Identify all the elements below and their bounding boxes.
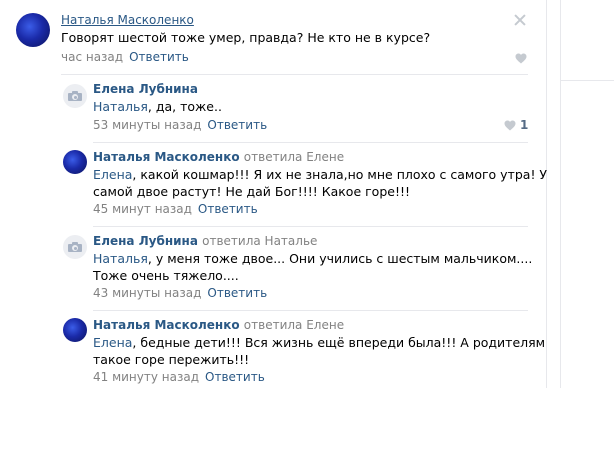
mention-link[interactable]: Елена <box>93 167 132 182</box>
side-divider <box>560 0 561 388</box>
like-count: 1 <box>520 118 529 132</box>
comment-time[interactable]: 45 минут назад <box>93 202 192 216</box>
reply-to-label[interactable]: ответила Наталье <box>202 234 317 248</box>
comment-meta: 43 минуты назад Ответить <box>93 286 267 300</box>
comment-time[interactable]: час назад <box>61 50 123 64</box>
reply-to-label[interactable]: ответила Елене <box>244 150 344 164</box>
comment-author[interactable]: Наталья Масколенко <box>61 13 194 27</box>
author-link[interactable]: Елена Лубнина <box>93 234 198 248</box>
divider <box>93 142 528 143</box>
close-icon[interactable] <box>513 13 527 27</box>
comment-text-line: Наталья, у меня тоже двое... Они учились… <box>93 251 533 266</box>
avatar[interactable] <box>63 84 87 108</box>
comment-meta: 41 минуту назад Ответить <box>93 370 265 384</box>
mention-link[interactable]: Наталья <box>93 251 148 266</box>
reply-to-label[interactable]: ответила Елене <box>244 318 344 332</box>
author-link[interactable]: Наталья Масколенко <box>93 318 240 332</box>
heart-icon[interactable] <box>504 120 516 131</box>
author-link[interactable]: Наталья Масколенко <box>93 150 240 164</box>
divider <box>93 310 528 311</box>
mention-link[interactable]: Елена <box>93 335 132 350</box>
divider <box>93 226 528 227</box>
camera-icon <box>68 91 82 101</box>
comment-text-line: самой двое растут! Не дай Бог!!!! Какое … <box>93 184 410 199</box>
comment-meta: час назад Ответить <box>61 50 189 64</box>
comment-text-line: Тоже очень тяжело.... <box>93 268 239 283</box>
comment-meta: 53 минуты назад Ответить <box>93 118 267 132</box>
reply-button[interactable]: Ответить <box>129 50 189 64</box>
reply-button[interactable]: Ответить <box>207 118 267 132</box>
comment-author: Наталья Масколенко ответила Елене <box>93 150 344 164</box>
comment-text: Говорят шестой тоже умер, правда? Не кто… <box>61 30 431 45</box>
side-divider-stub <box>560 80 614 81</box>
comment-meta: 45 минут назад Ответить <box>93 202 258 216</box>
comment-time[interactable]: 43 минуты назад <box>93 286 201 300</box>
comment-text-line: Елена, бедные дети!!! Вся жизнь ещё впер… <box>93 335 546 350</box>
comment-time[interactable]: 41 минуту назад <box>93 370 199 384</box>
comment-text-line: Елена, какой кошмар!!! Я их не знала,но … <box>93 167 548 182</box>
comment-time[interactable]: 53 минуты назад <box>93 118 201 132</box>
avatar[interactable] <box>63 235 87 259</box>
reply-button[interactable]: Ответить <box>198 202 258 216</box>
comment-text-line: такое горе пережить!!! <box>93 352 250 367</box>
comment-author: Елена Лубнина ответила Наталье <box>93 234 317 248</box>
comment-text: Наталья, да, тоже.. <box>93 99 222 114</box>
comment-author[interactable]: Елена Лубнина <box>93 82 198 96</box>
divider <box>61 74 528 75</box>
comments-panel: Наталья Масколенко Говорят шестой тоже у… <box>0 0 547 388</box>
reply-button[interactable]: Ответить <box>205 370 265 384</box>
avatar[interactable] <box>16 13 50 47</box>
comment-author: Наталья Масколенко ответила Елене <box>93 318 344 332</box>
avatar[interactable] <box>63 150 87 174</box>
avatar[interactable] <box>63 318 87 342</box>
mention-link[interactable]: Наталья <box>93 99 148 114</box>
camera-icon <box>68 242 82 252</box>
reply-button[interactable]: Ответить <box>207 286 267 300</box>
heart-icon[interactable] <box>515 53 527 64</box>
